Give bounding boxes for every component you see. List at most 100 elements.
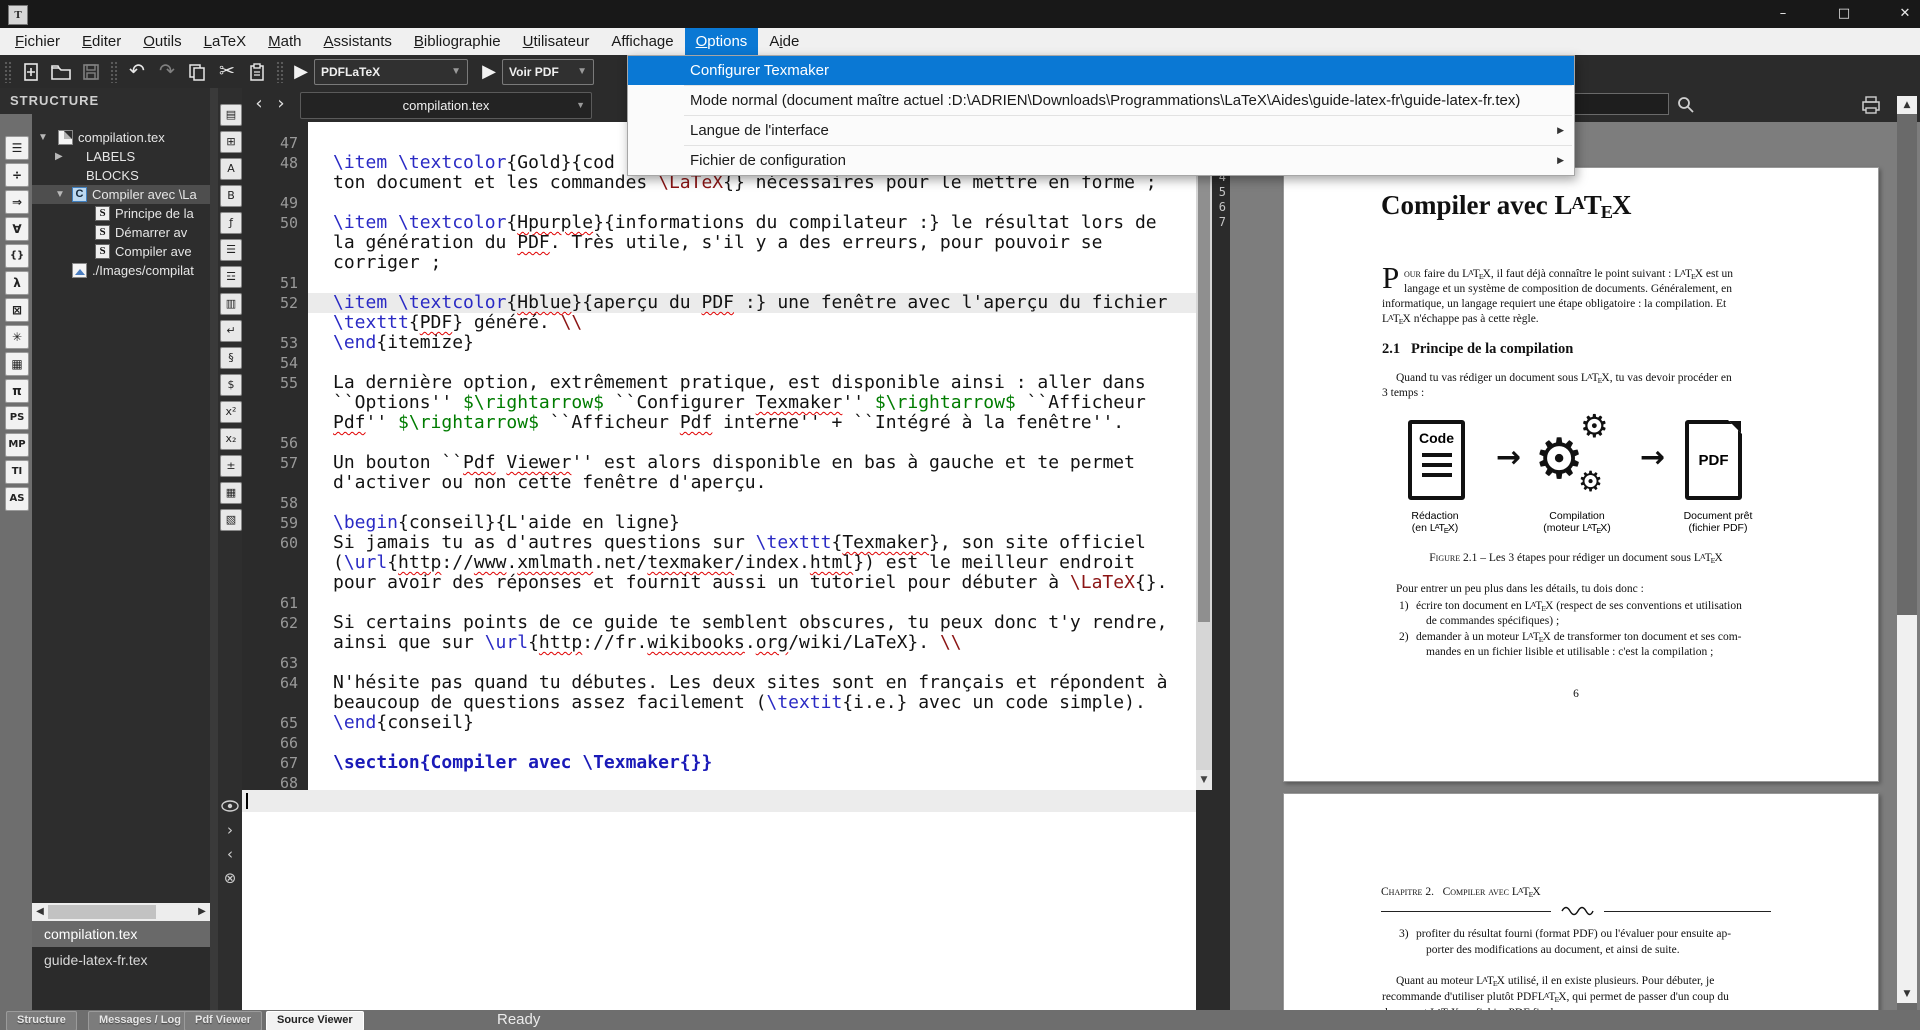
menu-options[interactable]: Options: [685, 28, 759, 55]
misc-math-icon[interactable]: ∀: [5, 217, 29, 241]
expander-icon[interactable]: ▼: [55, 185, 65, 204]
menu-aide[interactable]: Aide: [758, 28, 810, 55]
log-pane[interactable]: [242, 790, 1196, 1010]
close-button[interactable]: ✕: [1882, 0, 1920, 28]
copy-icon[interactable]: [182, 59, 212, 85]
menu-fichier[interactable]: Fichier: [4, 28, 71, 55]
favourite-symbols-icon[interactable]: ✳: [5, 325, 29, 349]
cut-icon[interactable]: ✂: [212, 59, 242, 85]
greek-letters-icon[interactable]: λ: [5, 271, 29, 295]
structure-item-compiler-avec-la[interactable]: ▼CCompiler avec \La: [32, 185, 210, 204]
menu-latex[interactable]: LaTeX: [193, 28, 258, 55]
user-tags-icon[interactable]: ▦: [5, 352, 29, 376]
editor-toolbar-icon-7[interactable]: ☲: [220, 266, 242, 288]
panel-splitter[interactable]: [210, 88, 218, 1010]
scroll-right-icon[interactable]: ▶: [194, 903, 210, 921]
structure-item-compiler-ave[interactable]: SCompiler ave: [32, 242, 210, 261]
editor-toolbar-icon-5[interactable]: ƒ: [220, 212, 242, 234]
run-view-icon[interactable]: ▶: [476, 59, 502, 85]
scroll-up-icon[interactable]: ▲: [1897, 96, 1917, 114]
menu-bibliographie[interactable]: Bibliographie: [403, 28, 512, 55]
menu-assistants[interactable]: Assistants: [313, 28, 403, 55]
relation-symbols-icon[interactable]: ÷: [5, 163, 29, 187]
editor-toolbar-icon-3[interactable]: A: [220, 158, 242, 180]
structure-horizontal-scrollbar[interactable]: ◀ ▶: [32, 903, 210, 921]
menu-math[interactable]: Math: [257, 28, 312, 55]
editor-toolbar-icon-4[interactable]: B: [220, 185, 242, 207]
paste-icon[interactable]: [242, 59, 272, 85]
menu-item-1[interactable]: Mode normal (document maître actuel :D:\…: [628, 86, 1574, 115]
menu-outils[interactable]: Outils: [132, 28, 192, 55]
delimiters-icon[interactable]: {}: [5, 244, 29, 268]
expander-icon[interactable]: ▼: [38, 128, 48, 147]
structure-item-d-marrer-av[interactable]: SDémarrer av: [32, 223, 210, 242]
code-editor[interactable]: \item \textcolor{Gold}{codton document e…: [308, 122, 1196, 790]
menu-editer[interactable]: Editer: [71, 28, 132, 55]
scrollbar-thumb[interactable]: [48, 905, 156, 919]
maximize-button[interactable]: □: [1821, 0, 1867, 28]
menu-utilisateur[interactable]: Utilisateur: [512, 28, 601, 55]
open-file-guide[interactable]: guide-latex-fr.tex: [32, 947, 210, 973]
redo-icon[interactable]: ↷: [152, 59, 182, 85]
status-tab-messages-log[interactable]: Messages / Log: [88, 1011, 192, 1030]
scrollbar-thumb[interactable]: [1897, 615, 1917, 985]
math-misc-icon[interactable]: π: [5, 379, 29, 403]
structure-item--images-compilat[interactable]: ./Images/compilat: [32, 261, 210, 280]
run-compile-icon[interactable]: ▶: [288, 59, 314, 85]
menu-item-2[interactable]: Langue de l'interface▶: [628, 116, 1574, 145]
scroll-down-icon[interactable]: ▼: [1897, 985, 1917, 1003]
editor-toolbar-icon-14[interactable]: ±: [220, 455, 242, 477]
search-icon[interactable]: [1676, 95, 1696, 115]
undo-icon[interactable]: ↶: [122, 59, 152, 85]
previous-icon[interactable]: ‹: [220, 844, 240, 864]
tikz-icon[interactable]: TI: [5, 460, 29, 484]
editor-toolbar-icon-15[interactable]: ▦: [220, 482, 242, 504]
menu-item-3[interactable]: Fichier de configuration▶: [628, 146, 1574, 175]
most-used-icon[interactable]: ⊠: [5, 298, 29, 322]
close-log-icon[interactable]: ⊗: [220, 868, 240, 888]
structure-item-labels[interactable]: ▶LABELS: [32, 147, 210, 166]
status-tab-pdf-viewer[interactable]: Pdf Viewer: [184, 1011, 262, 1030]
next-icon[interactable]: ›: [220, 820, 240, 840]
status-tab-structure[interactable]: Structure: [6, 1011, 77, 1030]
arrow-symbols-icon[interactable]: ⇒: [5, 190, 29, 214]
status-tab-source-viewer[interactable]: Source Viewer: [266, 1011, 364, 1030]
editor-toolbar-icon-9[interactable]: ↵: [220, 320, 242, 342]
editor-toolbar-icon-13[interactable]: x₂: [220, 428, 242, 450]
new-document-icon[interactable]: [16, 59, 46, 85]
menu-affichage[interactable]: Affichage: [600, 28, 684, 55]
previous-document-icon[interactable]: ‹: [248, 92, 270, 116]
menu-item-0[interactable]: Configurer Texmaker: [628, 56, 1574, 85]
editor-toolbar-icon-6[interactable]: ☰: [220, 239, 242, 261]
editor-toolbar-icon-12[interactable]: x²: [220, 401, 242, 423]
save-icon[interactable]: [76, 59, 106, 85]
structure-item-blocks[interactable]: BLOCKS: [32, 166, 210, 185]
open-file-compilation[interactable]: compilation.tex: [32, 921, 210, 947]
editor-toolbar-icon-10[interactable]: §: [220, 347, 242, 369]
print-icon[interactable]: [1860, 95, 1882, 115]
editor-vertical-scrollbar[interactable]: ▼: [1196, 122, 1212, 790]
editor-toolbar-icon-11[interactable]: $: [220, 374, 242, 396]
scrollbar-thumb[interactable]: [1198, 142, 1210, 622]
open-folder-icon[interactable]: [46, 59, 76, 85]
scroll-left-icon[interactable]: ◀: [32, 903, 48, 921]
editor-toolbar-icon-8[interactable]: ▥: [220, 293, 242, 315]
compile-mode-select[interactable]: PDFLaTeX▼: [314, 59, 468, 85]
expander-icon[interactable]: ▶: [55, 147, 63, 166]
structure-item-compilation-tex[interactable]: ▼compilation.tex: [32, 128, 210, 147]
editor-toolbar-icon-1[interactable]: ▤: [220, 104, 242, 126]
view-mode-select[interactable]: Voir PDF▼: [502, 59, 594, 85]
asymptote-icon[interactable]: AS: [5, 487, 29, 511]
eye-icon[interactable]: [220, 796, 240, 816]
scroll-down-icon[interactable]: ▼: [1196, 770, 1212, 790]
pdf-viewer[interactable]: Compiler avec LATEXPour faire du LATEX, …: [1230, 122, 1920, 1010]
minimize-button[interactable]: –: [1760, 0, 1806, 28]
document-tab-select[interactable]: compilation.tex▼: [300, 92, 592, 119]
next-document-icon[interactable]: ›: [270, 92, 292, 116]
structure-item-principe-de-la[interactable]: SPrincipe de la: [32, 204, 210, 223]
pdf-vertical-scrollbar[interactable]: ▲ ▼: [1897, 96, 1917, 1010]
editor-toolbar-icon-16[interactable]: ▧: [220, 509, 242, 531]
structure-list-icon[interactable]: ☰: [5, 136, 29, 160]
pstricks-icon[interactable]: PS: [5, 406, 29, 430]
editor-toolbar-icon-2[interactable]: ⊞: [220, 131, 242, 153]
